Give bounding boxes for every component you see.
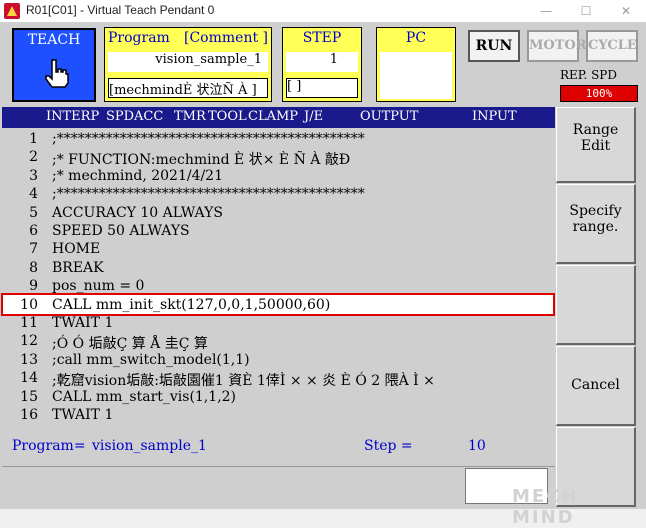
code-line[interactable]: 3 ;* mechmind, 2021/4/21	[2, 168, 555, 186]
line-text: ;call mm_switch_model(1,1)	[52, 351, 250, 368]
line-text: SPEED 50 ALWAYS	[52, 223, 190, 239]
col-interp: INTERP	[46, 109, 100, 124]
line-number: 14	[20, 370, 38, 387]
line-number: 5	[29, 204, 38, 221]
close-button[interactable]: ✕	[606, 0, 646, 22]
comment-label: [Comment ]	[184, 30, 268, 46]
col-je: J/E	[304, 109, 324, 124]
code-line[interactable]: 5 ACCURACY 10 ALWAYS	[2, 205, 555, 223]
code-line[interactable]: 12 ;Ó Ó 垢敲Ç 算 Å 圭Ç 算	[2, 333, 555, 353]
step-value: 1	[286, 52, 358, 72]
repeat-speed-bar: 100%	[560, 85, 638, 102]
specify-range-line2: range.	[572, 219, 619, 235]
line-text: pos_num = 0	[52, 278, 145, 295]
teach-mode-button[interactable]: TEACH	[12, 28, 96, 102]
line-number: 2	[29, 149, 38, 166]
line-text: CALL mm_start_vis(1,1,2)	[52, 388, 237, 405]
col-input: INPUT	[472, 109, 517, 124]
code-line[interactable]: 11 TWAIT 1	[2, 315, 555, 333]
status-step-value: 10	[468, 438, 486, 454]
program-comment: [mechmindÈ 状泣Ñ À ]	[108, 78, 268, 98]
program-editor: INTERP SPD ACC TMR TOOL CLAMP J/E OUTPUT…	[2, 107, 555, 429]
line-number: 16	[20, 407, 38, 423]
hand-pointer-icon	[45, 59, 69, 88]
range-edit-line2: Edit	[580, 138, 611, 154]
cancel-button[interactable]: Cancel	[556, 346, 636, 426]
line-number: 6	[29, 223, 38, 239]
col-acc: ACC	[134, 109, 164, 124]
line-number: 11	[20, 315, 38, 331]
code-line[interactable]: 13 ;call mm_switch_model(1,1)	[2, 352, 555, 370]
line-text: ;乾窟vision垢敲:垢敲園催1 資È 1倖Ì × × 炎 È Ó 2 隈À …	[52, 373, 435, 390]
code-line[interactable]: 7 HOME	[2, 241, 555, 259]
code-line[interactable]: 6 SPEED 50 ALWAYS	[2, 223, 555, 241]
line-text: ;***************************************…	[52, 186, 365, 203]
program-header: Program [Comment ]	[108, 30, 268, 48]
run-button[interactable]: RUN	[468, 30, 520, 62]
line-number: 4	[29, 186, 38, 203]
line-text: TWAIT 1	[52, 407, 114, 423]
line-text: ACCURACY 10 ALWAYS	[52, 204, 223, 221]
column-header-row: INTERP SPD ACC TMR TOOL CLAMP J/E OUTPUT…	[2, 107, 555, 128]
status-step-label: Step =	[364, 438, 413, 454]
pc-box: PC	[376, 27, 456, 102]
line-number: 1	[29, 131, 38, 147]
col-tool: TOOL	[208, 109, 247, 124]
code-line[interactable]: 15 CALL mm_start_vis(1,1,2)	[2, 389, 555, 407]
col-spd: SPD	[106, 109, 135, 124]
program-label: Program	[108, 30, 170, 46]
pc-value-area	[380, 52, 452, 99]
line-text: HOME	[52, 241, 101, 258]
window-titlebar: R01[C01] - Virtual Teach Pendant 0 — ☐ ✕	[0, 0, 646, 23]
code-line[interactable]: 1 ;**************************************…	[2, 131, 555, 149]
line-text: ;* mechmind, 2021/4/21	[52, 167, 224, 184]
line-number: 13	[20, 351, 38, 368]
line-text: ;* FUNCTION:mechmind È 状× È Ñ À 敲Ð	[52, 152, 351, 169]
cycle-button[interactable]: CYCLE	[586, 30, 638, 62]
maximize-button[interactable]: ☐	[566, 0, 606, 22]
line-number: 12	[20, 333, 38, 350]
side-blank-button[interactable]	[556, 265, 636, 345]
col-output: OUTPUT	[360, 109, 419, 124]
range-edit-line1: Range	[572, 122, 619, 138]
program-box: Program [Comment ] vision_sample_1 [mech…	[104, 27, 272, 102]
status-program-label: Program=	[12, 438, 86, 454]
line-text: BREAK	[52, 259, 104, 276]
specify-range-line1: Specify	[569, 203, 622, 219]
window-title: R01[C01] - Virtual Teach Pendant 0	[26, 3, 215, 17]
specify-range-button[interactable]: Specify range.	[556, 184, 636, 264]
motor-button[interactable]: MOTOR	[527, 30, 587, 62]
status-bar: Program= vision_sample_1 Step = 10	[2, 430, 555, 466]
code-line[interactable]: 14 ;乾窟vision垢敲:垢敲園催1 資È 1倖Ì × × 炎 È Ó 2 隈…	[2, 370, 555, 390]
range-edit-button[interactable]: Range Edit	[556, 107, 636, 183]
line-text: ;***************************************…	[52, 131, 365, 147]
line-number: 8	[29, 259, 38, 276]
minimize-button[interactable]: —	[526, 0, 566, 22]
program-name: vision_sample_1	[108, 52, 268, 72]
line-text: TWAIT 1	[52, 315, 114, 331]
step-sub: [ ]	[286, 78, 358, 98]
status-program-value: vision_sample_1	[92, 438, 207, 454]
line-number: 9	[29, 278, 38, 295]
line-number: 15	[20, 388, 38, 405]
teach-mode-label: TEACH	[27, 32, 81, 48]
step-box: STEP 1 [ ]	[282, 27, 362, 102]
col-tmr: TMR	[174, 109, 206, 124]
line-text: ;Ó Ó 垢敲Ç 算 Å 圭Ç 算	[52, 336, 208, 353]
repeat-speed-label: REP. SPD	[560, 68, 617, 82]
code-line[interactable]: 16 TWAIT 1	[2, 407, 555, 425]
line-number: 3	[29, 167, 38, 184]
step-label: STEP	[302, 30, 342, 46]
line-number: 7	[29, 241, 38, 258]
pc-label: PC	[405, 30, 427, 46]
code-line[interactable]: 8 BREAK	[2, 260, 555, 278]
code-line[interactable]: 2 ;* FUNCTION:mechmind È 状× È Ñ À 敲Ð	[2, 149, 555, 169]
col-clamp: CLAMP	[248, 109, 299, 124]
watermark: MECH MIND	[512, 486, 579, 528]
code-line[interactable]: 4 ;**************************************…	[2, 186, 555, 204]
selected-line-highlight	[1, 293, 555, 316]
app-logo-icon	[4, 3, 20, 19]
